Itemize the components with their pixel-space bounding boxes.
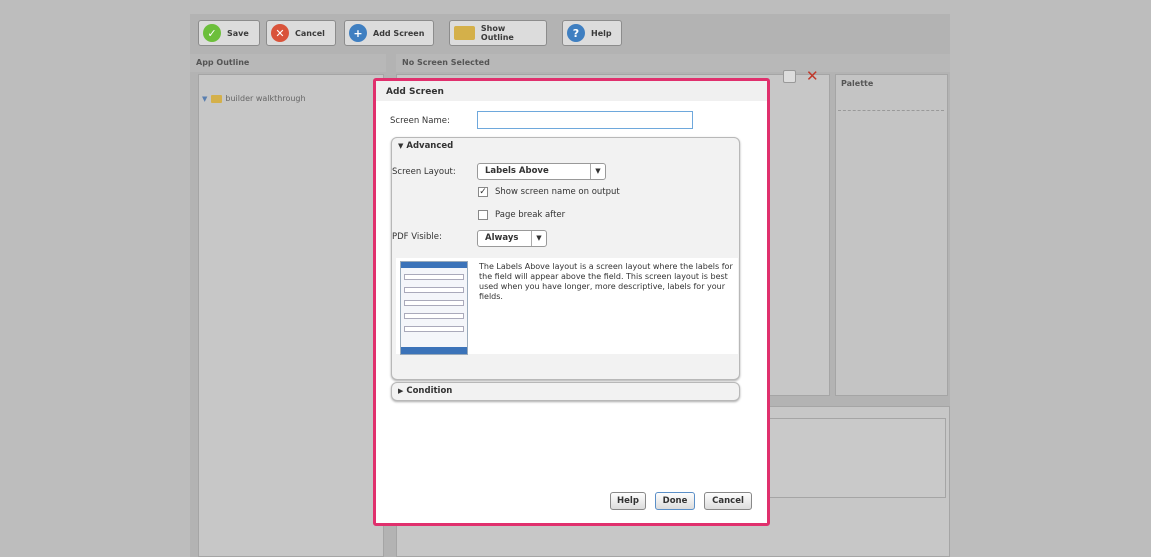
condition-toggle[interactable]: ▶ Condition: [392, 383, 739, 396]
layout-preview: The Labels Above layout is a screen layo…: [396, 258, 738, 355]
screen-name-input[interactable]: [477, 111, 693, 129]
help-button[interactable]: Help: [610, 492, 646, 510]
screen-layout-select[interactable]: Labels Above ▼: [477, 163, 606, 180]
add-screen-button[interactable]: + Add Screen: [344, 20, 434, 46]
check-icon: ✓: [203, 24, 221, 42]
document-icon[interactable]: [783, 70, 796, 83]
delete-icon[interactable]: ✕: [806, 67, 819, 85]
expand-icon: ▼: [202, 94, 208, 103]
screen-header: No Screen Selected: [396, 54, 950, 72]
toolbar: ✓ Save ✕ Cancel + Add Screen Show Outlin…: [190, 14, 950, 52]
advanced-toggle[interactable]: ▼ Advanced: [392, 138, 739, 151]
page-break-checkbox[interactable]: [478, 210, 488, 220]
close-icon: ✕: [271, 24, 289, 42]
triangle-down-icon: ▼: [398, 142, 404, 150]
screen-name-label: Screen Name:: [390, 116, 450, 126]
palette-pane: [835, 74, 948, 396]
app-outline-header: App Outline: [190, 54, 386, 72]
layout-description: The Labels Above layout is a screen layo…: [479, 262, 733, 301]
condition-section[interactable]: ▶ Condition: [391, 382, 740, 401]
show-outline-button[interactable]: Show Outline: [449, 20, 547, 46]
help-button[interactable]: ? Help: [562, 20, 622, 46]
app-outline-pane: [198, 74, 384, 557]
screen-layout-label: Screen Layout:: [392, 167, 456, 177]
plus-icon: +: [349, 24, 367, 42]
page-break-label: Page break after: [495, 210, 566, 220]
pdf-visible-select[interactable]: Always ▼: [477, 230, 547, 247]
add-screen-dialog: Add Screen Screen Name: ▼ Advanced Scree…: [373, 78, 770, 526]
save-button[interactable]: ✓ Save: [198, 20, 260, 46]
tree-item-root[interactable]: ▼ builder walkthrough: [202, 94, 306, 103]
folder-icon: [454, 26, 475, 40]
show-name-checkbox[interactable]: ✓: [478, 187, 488, 197]
chevron-down-icon: ▼: [590, 164, 605, 179]
advanced-section: ▼ Advanced Screen Layout: Labels Above ▼…: [391, 137, 740, 380]
cancel-button[interactable]: ✕ Cancel: [266, 20, 336, 46]
folder-icon: [211, 94, 223, 103]
palette-divider: [838, 110, 944, 111]
dialog-title: Add Screen: [376, 81, 767, 101]
done-button[interactable]: Done: [655, 492, 695, 510]
chevron-down-icon: ▼: [531, 231, 546, 246]
triangle-right-icon: ▶: [398, 387, 404, 395]
cancel-button[interactable]: Cancel: [704, 492, 752, 510]
show-name-label: Show screen name on output: [495, 187, 620, 197]
pdf-visible-label: PDF Visible:: [392, 232, 442, 242]
layout-thumbnail: [400, 261, 468, 355]
question-icon: ?: [567, 24, 585, 42]
palette-header: Palette: [841, 79, 874, 88]
